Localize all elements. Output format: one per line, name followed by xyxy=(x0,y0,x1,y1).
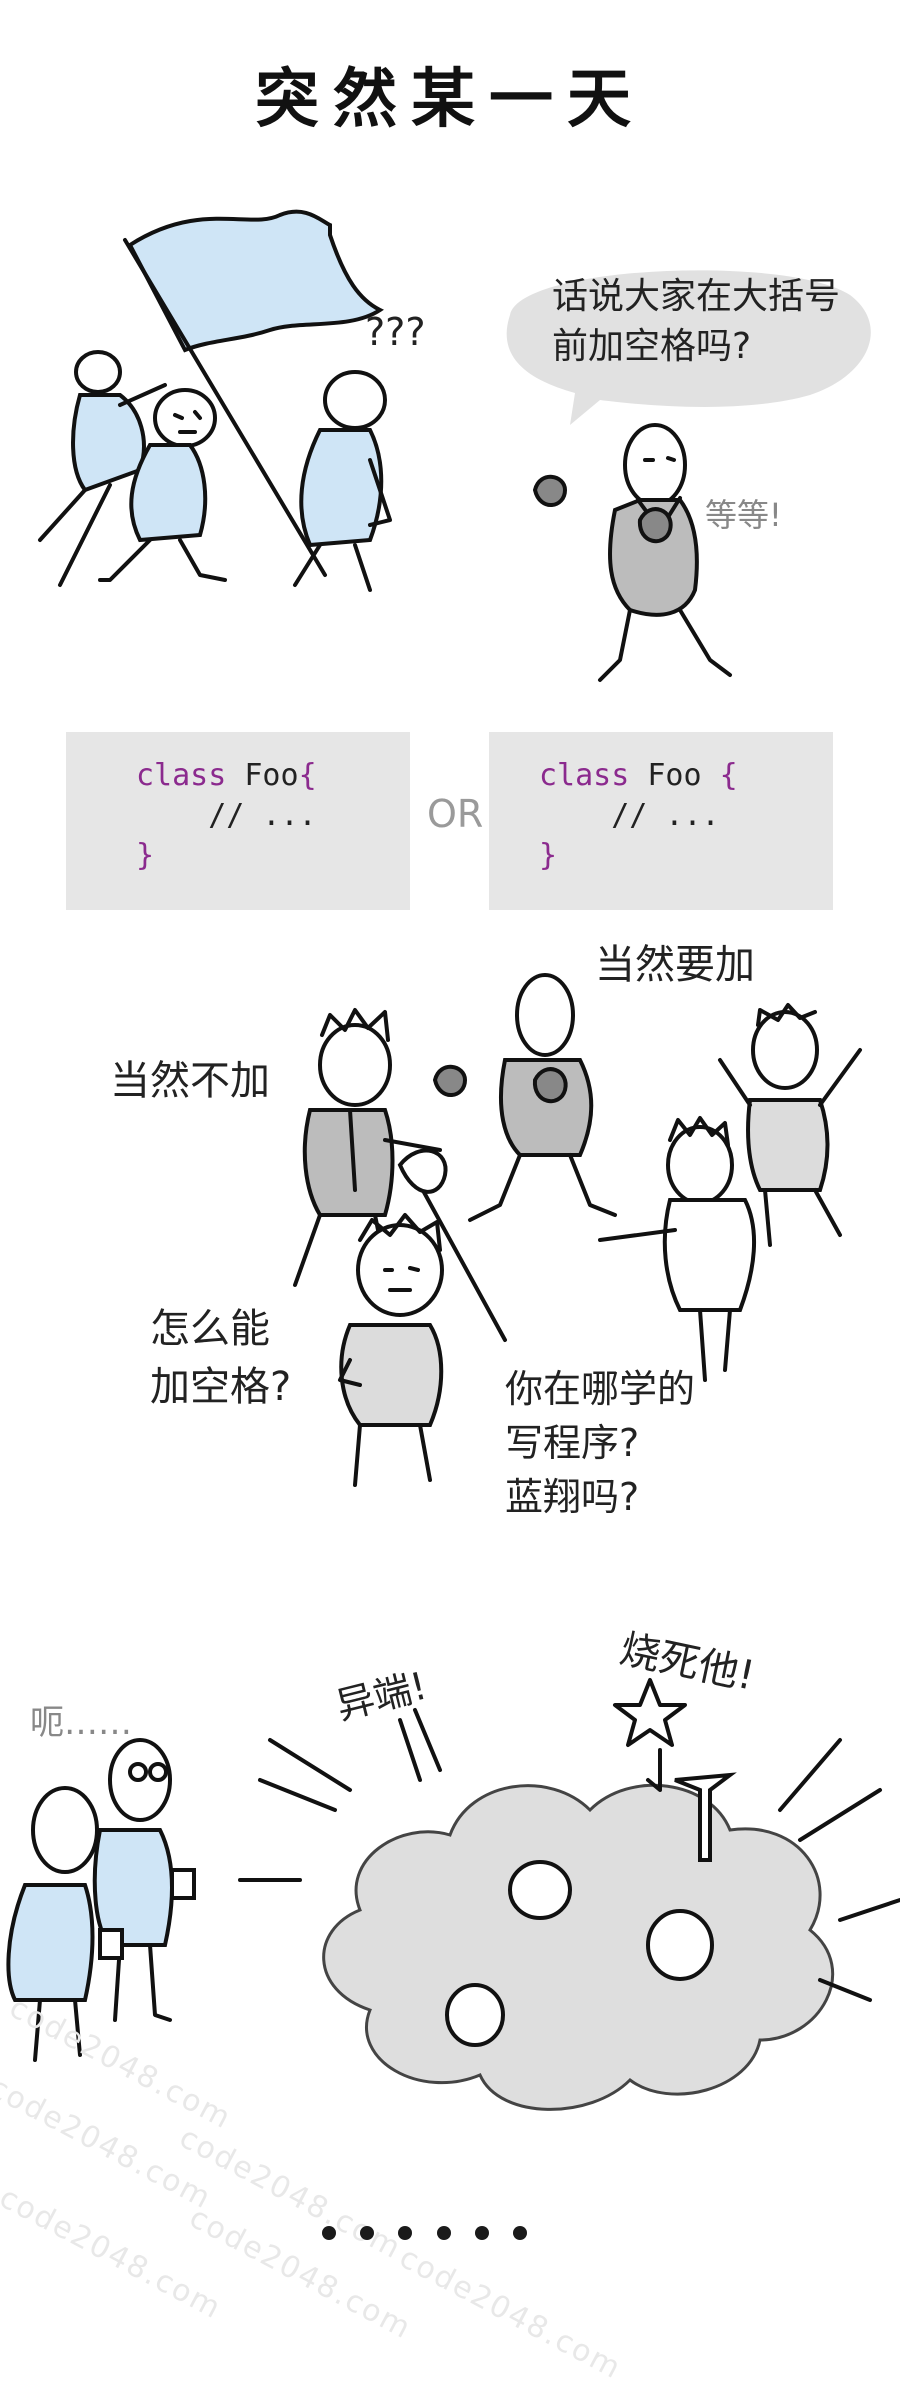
yes-space-text: 当然要加 xyxy=(595,942,755,988)
question-marks: ??? xyxy=(365,310,426,354)
pagination-dot-1[interactable] xyxy=(322,2226,336,2240)
speech-bubble-line-1: 话说大家在大括号 xyxy=(552,276,841,317)
where-learned-line-2: 写程序? xyxy=(505,1421,640,1465)
or-separator: OR xyxy=(427,792,484,836)
code-left-close-brace: } xyxy=(136,838,155,873)
code-left-open-brace: { xyxy=(298,758,317,793)
no-space-text: 当然不加 xyxy=(110,1058,270,1104)
code-right-keyword: class xyxy=(539,758,630,793)
code-right-name: Foo xyxy=(647,758,702,793)
how-can-line-2: 加空格? xyxy=(150,1364,292,1410)
code-right-comment: // ... xyxy=(611,798,720,833)
boxer-illustration xyxy=(532,423,732,682)
code-option-left: class Foo{ // ... } xyxy=(66,732,410,910)
angry-mob-cloud-illustration xyxy=(238,1678,900,2111)
pagination-dot-3[interactable] xyxy=(398,2226,412,2240)
where-learned-line-1: 你在哪学的 xyxy=(505,1367,696,1411)
code-right-open-brace: { xyxy=(719,758,738,793)
pagination-dot-6[interactable] xyxy=(513,2226,527,2240)
code-right-close-brace: } xyxy=(539,838,558,873)
speech-bubble-line-2: 前加空格吗? xyxy=(552,326,752,367)
wait-text: 等等! xyxy=(705,496,782,534)
pagination-dot-5[interactable] xyxy=(475,2226,489,2240)
argument-illustration xyxy=(293,973,862,1487)
pagination-dot-4[interactable] xyxy=(437,2226,451,2240)
where-learned-line-3: 蓝翔吗? xyxy=(505,1475,640,1519)
code-left-name: Foo xyxy=(244,758,299,793)
code-left-comment: // ... xyxy=(208,798,317,833)
watermark-6: code2048.com xyxy=(393,2240,628,2387)
how-can-line-1: 怎么能 xyxy=(150,1306,270,1352)
code-left-keyword: class xyxy=(136,758,227,793)
pagination-dot-2[interactable] xyxy=(360,2226,374,2240)
code-option-right: class Foo { // ... } xyxy=(489,732,833,910)
